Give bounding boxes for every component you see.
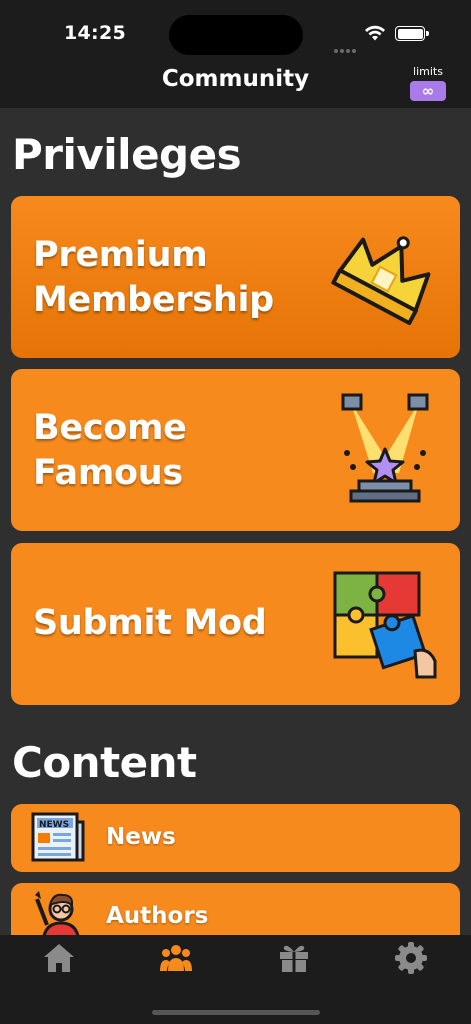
status-bar: 14:25	[0, 0, 471, 60]
gift-icon[interactable]	[277, 941, 311, 975]
newspaper-icon: NEWS	[31, 812, 85, 862]
news-label: News	[106, 824, 176, 850]
home-indicator	[152, 1010, 320, 1015]
gear-icon[interactable]	[394, 941, 428, 975]
premium-membership-card[interactable]: Premium Membership	[11, 196, 460, 358]
limits-badge: ∞	[410, 81, 446, 101]
svg-text:NEWS: NEWS	[39, 820, 69, 830]
limits-label: limits	[413, 65, 443, 78]
content-heading: Content	[12, 738, 197, 787]
submit-mod-label: Submit Mod	[33, 603, 267, 643]
status-time: 14:25	[64, 22, 126, 44]
wifi-icon	[365, 25, 385, 41]
cellular-signal-icon	[334, 38, 358, 57]
page-title: Community	[161, 66, 310, 92]
crown-icon	[331, 236, 431, 326]
become-famous-card[interactable]: Become Famous	[11, 369, 460, 531]
authors-label: Authors	[106, 903, 209, 929]
spotlight-star-icon	[341, 393, 429, 503]
privileges-heading: Privileges	[12, 130, 242, 179]
submit-mod-card[interactable]: Submit Mod	[11, 543, 460, 705]
dynamic-island	[169, 15, 303, 55]
premium-membership-label: Premium Membership	[33, 235, 274, 320]
puzzle-icon	[333, 571, 437, 679]
authors-item[interactable]: Authors	[11, 883, 460, 935]
navigation-bar: Community limits ∞	[0, 60, 471, 108]
community-icon[interactable]	[159, 941, 193, 975]
news-item[interactable]: NEWS News	[11, 804, 460, 872]
battery-icon	[395, 26, 429, 41]
author-icon	[35, 891, 80, 935]
home-icon[interactable]	[42, 941, 76, 975]
limits-button[interactable]: limits ∞	[410, 65, 446, 101]
main-content[interactable]: Privileges Premium Membership Become Fam…	[0, 108, 471, 935]
become-famous-label: Become Famous	[33, 408, 187, 493]
